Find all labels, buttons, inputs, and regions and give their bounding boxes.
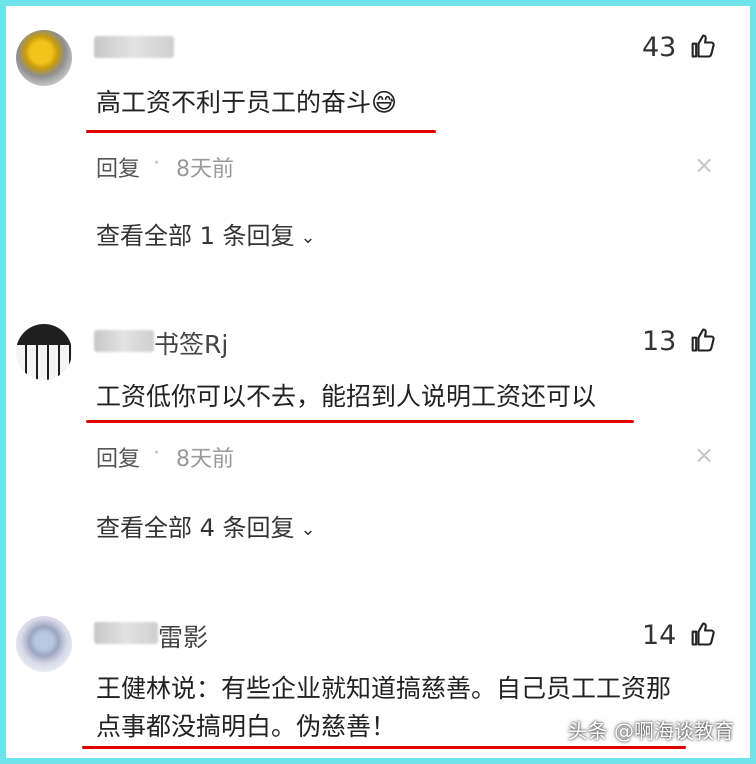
thumbs-up-icon[interactable]	[688, 620, 716, 648]
comment-text-line-1: 王健林说：有些企业就知道搞慈善。自己员工工资那	[96, 674, 672, 703]
view-all-replies-button[interactable]: 查看全部 1 条回复 ⌄	[96, 216, 316, 251]
view-all-replies-button[interactable]: 查看全部 4 条回复 ⌄	[96, 508, 316, 543]
like-count: 13	[642, 326, 677, 357]
like-count: 43	[642, 32, 677, 63]
thumbs-up-icon[interactable]	[688, 32, 716, 60]
username[interactable]: 书签Rj	[154, 325, 228, 361]
comment-text: 工资低你可以不去，能招到人说明工资还可以	[96, 382, 597, 411]
username-blur	[94, 622, 158, 644]
reply-button[interactable]: 回复	[96, 151, 140, 183]
red-underline	[86, 420, 634, 423]
reply-button[interactable]: 回复	[96, 441, 140, 473]
timestamp: 8天前	[176, 447, 234, 472]
comment-panel: 43 高工资不利于员工的奋斗😅 回复 · 8天前 × 查看全部 1 条回复 ⌄ 书…	[0, 0, 756, 764]
red-underline	[86, 130, 436, 133]
view-all-replies-label: 查看全部 1 条回复	[96, 222, 295, 250]
comment-text: 高工资不利于员工的奋斗😅	[96, 84, 397, 121]
red-underline	[82, 746, 686, 749]
like-count: 14	[642, 620, 677, 651]
watermark: 头条 @啊海谈教育	[567, 719, 734, 743]
close-icon[interactable]: ×	[694, 151, 714, 179]
comment-text-content: 高工资不利于员工的奋斗	[96, 88, 372, 117]
timestamp: 8天前	[176, 157, 234, 182]
avatar[interactable]	[16, 30, 72, 86]
avatar[interactable]	[16, 616, 72, 672]
thumbs-up-icon[interactable]	[688, 326, 716, 354]
separator-dot: ·	[153, 151, 160, 176]
chevron-down-icon: ⌄	[300, 226, 316, 248]
username[interactable]: 雷影	[158, 618, 208, 654]
avatar[interactable]	[16, 324, 72, 380]
view-all-replies-label: 查看全部 4 条回复	[96, 514, 295, 542]
separator-dot: ·	[153, 441, 160, 466]
comment-text-line-2: 点事都没搞明白。伪慈善！	[96, 712, 397, 741]
chevron-down-icon: ⌄	[300, 518, 316, 540]
username-blur	[94, 36, 174, 58]
grin-sweat-emoji: 😅	[371, 88, 398, 117]
close-icon[interactable]: ×	[694, 441, 714, 469]
username-blur	[94, 330, 154, 352]
